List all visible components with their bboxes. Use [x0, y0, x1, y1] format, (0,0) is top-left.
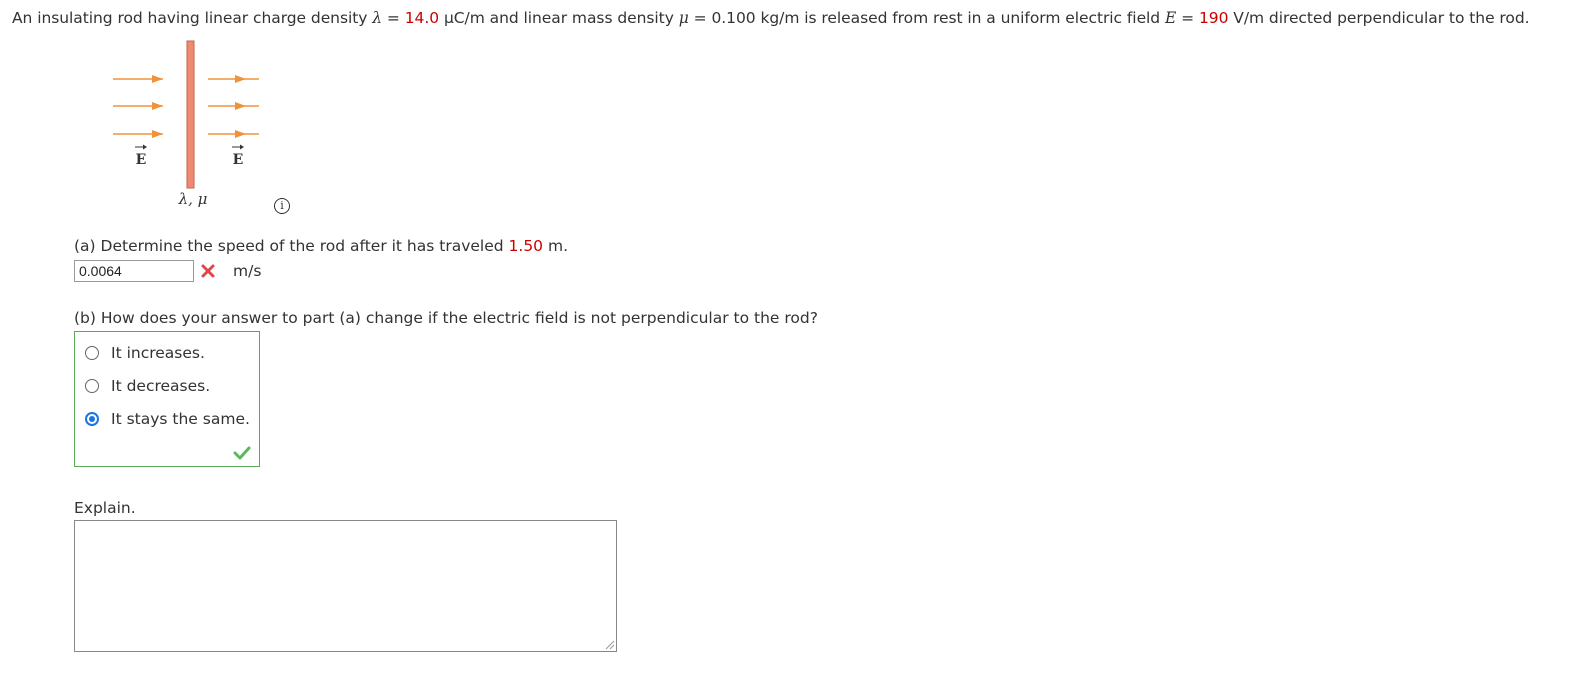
info-icon[interactable]: i [274, 198, 290, 214]
part-a-answer-input[interactable] [74, 260, 194, 282]
lambda-symbol: λ [372, 9, 383, 27]
rod-label: λ, μ [178, 190, 208, 208]
part-a-distance: 1.50 [508, 237, 544, 255]
incorrect-x-icon [201, 264, 215, 278]
radio-button-selected[interactable] [85, 412, 99, 426]
mu-symbol: μ [678, 9, 689, 27]
correct-check-icon [233, 446, 251, 460]
rod-field-figure: E E λ, μ [105, 38, 305, 218]
problem-eq-3: = [1176, 9, 1199, 27]
choice-decreases[interactable]: It decreases. [85, 376, 210, 396]
problem-eq-2: = 0.100 kg/m is released from rest in a … [688, 9, 1165, 27]
e-symbol: E [1164, 9, 1177, 27]
choice-label: It increases. [111, 344, 205, 362]
field-arrows-left [113, 75, 163, 138]
problem-text-2: μC/m and linear mass density [439, 9, 679, 27]
part-b-choices: It increases. It decreases. It stays the… [74, 331, 260, 467]
part-a-suffix: m. [543, 237, 568, 255]
figure-drawing: E E λ, μ [113, 40, 259, 208]
lambda-value: 14.0 [404, 9, 440, 27]
problem-text-1: An insulating rod having linear charge d… [12, 9, 373, 27]
problem-statement: An insulating rod having linear charge d… [12, 9, 1530, 27]
explain-label: Explain. [74, 499, 136, 517]
field-label-left: E [136, 152, 147, 168]
resize-grip-icon[interactable] [603, 638, 615, 650]
part-a-answer-row: m/s [74, 259, 261, 283]
field-label-right: E [233, 152, 244, 168]
choice-stays-same[interactable]: It stays the same. [85, 409, 250, 429]
e-value: 190 [1198, 9, 1229, 27]
explain-textarea[interactable] [74, 520, 617, 652]
choice-label: It stays the same. [111, 410, 250, 428]
radio-button[interactable] [85, 346, 99, 360]
problem-eq-1: = [382, 9, 405, 27]
charged-rod [186, 40, 195, 189]
problem-text-3: V/m directed perpendicular to the rod. [1228, 9, 1530, 27]
field-arrows-right [208, 75, 259, 138]
part-b-question: (b) How does your answer to part (a) cha… [74, 309, 818, 327]
field-vector-arrow-left [135, 144, 147, 150]
choice-label: It decreases. [111, 377, 211, 395]
choice-increases[interactable]: It increases. [85, 343, 205, 363]
part-a-unit: m/s [233, 262, 262, 280]
part-a-question: (a) Determine the speed of the rod after… [74, 237, 568, 255]
part-a-prefix: (a) Determine the speed of the rod after… [74, 237, 509, 255]
radio-button[interactable] [85, 379, 99, 393]
field-vector-arrow-right [232, 144, 244, 150]
